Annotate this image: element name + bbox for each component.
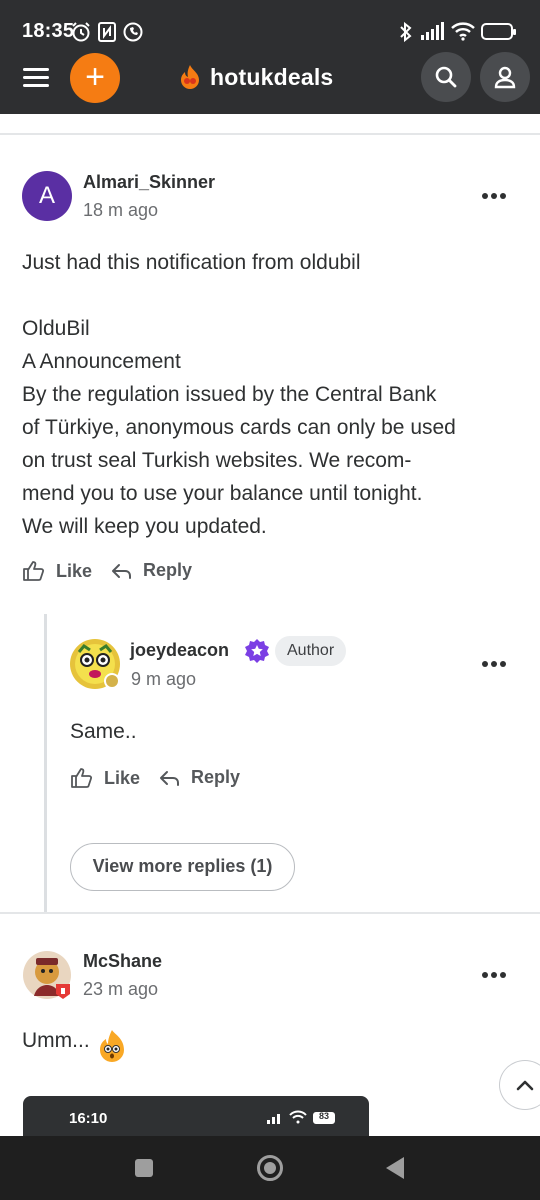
app-header: + hotukdeals <box>0 52 540 114</box>
hotukdeals-logo[interactable]: hotukdeals <box>176 60 333 94</box>
whatsapp-icon <box>123 22 143 42</box>
profile-button[interactable] <box>480 52 530 102</box>
system-nav-bar <box>0 1136 540 1200</box>
signal-icon <box>267 1114 280 1124</box>
reply-button[interactable]: Reply <box>159 767 240 788</box>
top-bar: 18:35 73 + hotukdeals <box>0 0 540 114</box>
like-label: Like <box>56 560 93 581</box>
back-button[interactable] <box>386 1157 404 1179</box>
comment-time: 18 m ago <box>83 200 159 220</box>
reply-label: Reply <box>191 767 241 787</box>
plus-icon: + <box>85 58 105 96</box>
comment-username[interactable]: Almari_Skinner <box>83 172 215 193</box>
more-options-button[interactable] <box>482 654 508 674</box>
search-button[interactable] <box>421 52 471 102</box>
alarm-icon <box>72 22 90 42</box>
battery-icon: 83 <box>313 1111 335 1124</box>
more-options-button[interactable] <box>482 186 508 206</box>
divider <box>0 912 540 914</box>
status-bar: 18:35 73 <box>0 10 540 54</box>
comment-body: Umm... <box>22 1029 90 1052</box>
thread-line <box>44 614 47 914</box>
home-button[interactable] <box>257 1155 283 1181</box>
scroll-to-top-button[interactable] <box>499 1060 540 1110</box>
comment-username[interactable]: McShane <box>83 951 162 972</box>
avatar[interactable]: A <box>22 171 72 221</box>
menu-button[interactable] <box>20 62 54 92</box>
chevron-up-icon <box>516 1080 534 1091</box>
battery-icon: 73 <box>481 23 516 40</box>
wifi-icon <box>451 22 475 41</box>
reply-icon <box>112 563 131 579</box>
thumbs-up-icon <box>23 561 45 581</box>
signal-icon <box>421 22 444 40</box>
author-badge: Author <box>275 636 347 666</box>
status-time: 18:35 <box>22 20 75 42</box>
verified-badge-icon <box>245 639 269 663</box>
like-button[interactable]: Like <box>70 767 140 789</box>
reply-username[interactable]: joeydeacon <box>130 640 229 661</box>
more-options-button[interactable] <box>482 965 508 985</box>
nfc-icon <box>98 22 116 42</box>
reply-label: Reply <box>143 560 193 580</box>
shocked-emoji-icon <box>100 1030 124 1062</box>
avatar[interactable] <box>69 638 123 692</box>
wifi-icon <box>289 1110 307 1124</box>
brand-name: hotukdeals <box>210 63 334 90</box>
menu-icon <box>23 68 49 71</box>
user-icon <box>494 66 516 89</box>
search-icon <box>435 66 457 88</box>
divider <box>0 133 540 135</box>
comments-feed[interactable]: A Almari_Skinner 18 m ago Just had this … <box>0 114 540 1136</box>
comment-body: Just had this notification from oldubil … <box>22 251 456 538</box>
recents-button[interactable] <box>135 1159 153 1177</box>
post-deal-button[interactable]: + <box>70 53 120 103</box>
flame-logo-icon <box>181 65 199 89</box>
reply-button[interactable]: Reply <box>111 560 192 581</box>
like-label: Like <box>104 767 141 788</box>
battery-level: 73 <box>490 24 504 38</box>
bluetooth-icon <box>400 21 412 43</box>
reply-icon <box>160 770 179 786</box>
avatar[interactable] <box>22 950 76 1004</box>
view-more-replies-button[interactable]: View more replies (1) <box>70 843 295 891</box>
comment-time: 23 m ago <box>83 979 159 999</box>
embedded-time: 16:10 <box>69 1110 108 1127</box>
thumbs-up-icon <box>71 768 93 788</box>
like-button[interactable]: Like <box>22 560 92 582</box>
reply-time: 9 m ago <box>131 669 197 689</box>
reply-body: Same.. <box>70 720 137 743</box>
embedded-screenshot[interactable]: 16:10 83 <box>23 1096 369 1136</box>
